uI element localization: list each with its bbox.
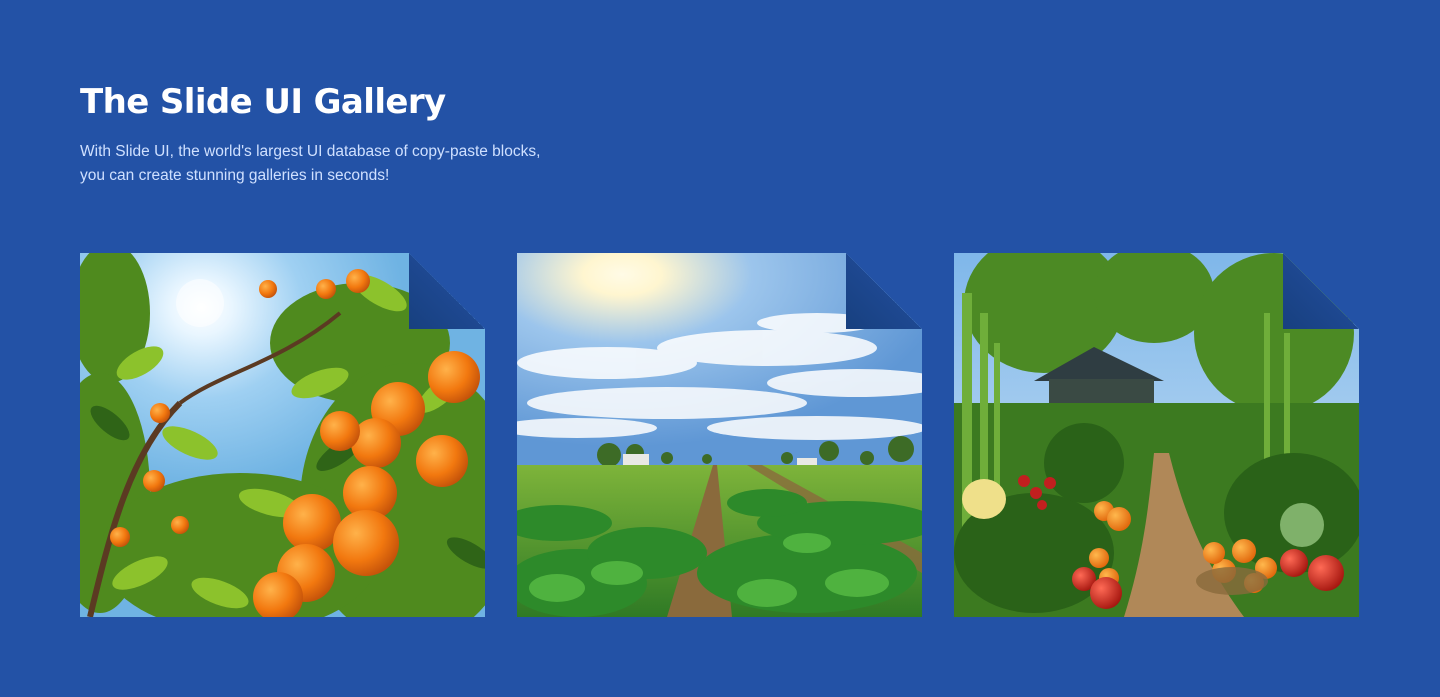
page-fold-corner xyxy=(1283,253,1359,329)
description-line-1: With Slide UI, the world's largest UI da… xyxy=(80,143,541,160)
page-fold-corner xyxy=(409,253,485,329)
gallery-card-crop-field[interactable] xyxy=(517,253,922,617)
gallery-card-vegetable-garden[interactable] xyxy=(954,253,1359,617)
image-gallery xyxy=(80,253,1359,617)
gallery-card-orange-tree[interactable] xyxy=(80,253,485,617)
page-description: With Slide UI, the world's largest UI da… xyxy=(80,140,640,188)
description-line-2: you can create stunning galleries in sec… xyxy=(80,167,390,184)
page-title: The Slide UI Gallery xyxy=(80,82,446,122)
page-fold-corner xyxy=(846,253,922,329)
gallery-header: The Slide UI Gallery With Slide UI, the … xyxy=(80,80,640,188)
